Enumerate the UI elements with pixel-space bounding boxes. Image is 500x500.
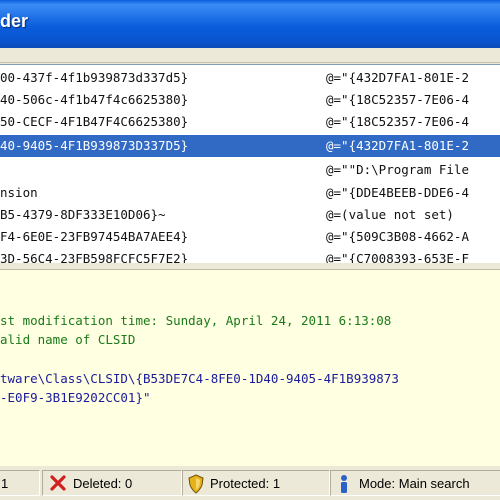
status-count-panel: 1 [0, 470, 40, 496]
list-row[interactable]: B5-4379-8DF333E10D06}~ @=(value not set) [0, 204, 500, 226]
detail-clsid-note: alid name of CLSID [0, 332, 136, 347]
title-bar[interactable]: der [0, 0, 500, 48]
detail-registry-path-cont: -E0F9-3B1E9202CC01}" [0, 390, 151, 405]
list-row[interactable]: 40-506c-4f1b47f4c6625380} @="{18C52357-7… [0, 89, 500, 111]
list-row-selected[interactable]: 40-9405-4F1B939873D337D5} @="{432D7FA1-8… [0, 135, 500, 157]
status-deleted-panel: Deleted: 0 [42, 470, 182, 496]
list-row[interactable]: 3D-56C4-23FB598FCFC5F7E2} @="{C7008393-6… [0, 248, 500, 263]
info-person-icon [341, 475, 347, 493]
registry-list[interactable]: 00-437f-4f1b939873d337d5} @="{432D7FA1-8… [0, 64, 500, 264]
row-data: @=(value not set) [326, 207, 454, 222]
row-data: @="{DDE4BEEB-DDE6-4 [326, 185, 469, 200]
status-bar: 1 Deleted: 0 Protected: 1 Mode: Main sea… [0, 466, 500, 500]
status-protected: Protected: 1 [210, 476, 281, 491]
row-name: F4-6E0E-23FB97454BA7AEE4} [0, 229, 189, 244]
detail-modification-time: st modification time: Sunday, April 24, … [0, 313, 392, 328]
row-name: B5-4379-8DF333E10D06}~ [0, 207, 166, 222]
detail-pane: st modification time: Sunday, April 24, … [0, 269, 500, 468]
red-x-icon [50, 475, 66, 491]
row-data: @="{509C3B08-4662-A [326, 229, 469, 244]
toolbar-area [0, 48, 500, 63]
row-name: nsion [0, 185, 38, 200]
row-name: 40-9405-4F1B939873D337D5} [0, 138, 189, 153]
row-data: @="{432D7FA1-801E-2 [326, 70, 469, 85]
status-mode: Mode: Main search [359, 476, 470, 491]
row-name: 50-CECF-4F1B47F4C6625380} [0, 114, 189, 129]
list-row[interactable]: F4-6E0E-23FB97454BA7AEE4} @="{509C3B08-4… [0, 226, 500, 248]
list-row[interactable]: 00-437f-4f1b939873d337d5} @="{432D7FA1-8… [0, 67, 500, 89]
list-row[interactable]: 50-CECF-4F1B47F4C6625380} @="{18C52357-7… [0, 111, 500, 133]
row-data: @="{432D7FA1-801E-2 [326, 138, 469, 153]
list-row[interactable]: nsion @="{DDE4BEEB-DDE6-4 [0, 182, 500, 204]
status-count: 1 [1, 476, 9, 491]
shield-icon [188, 474, 204, 494]
row-name: 40-506c-4f1b47f4c6625380} [0, 92, 189, 107]
row-name: 00-437f-4f1b939873d337d5} [0, 70, 189, 85]
row-data: @="{18C52357-7E06-4 [326, 114, 469, 129]
row-data: @="{18C52357-7E06-4 [326, 92, 469, 107]
status-deleted: Deleted: 0 [73, 476, 133, 491]
status-mode-panel: Mode: Main search [330, 470, 500, 496]
window-title: der [0, 11, 29, 31]
list-row[interactable]: @=""D:\Program File [0, 159, 500, 181]
row-data: @=""D:\Program File [326, 162, 469, 177]
status-protected-panel: Protected: 1 [182, 470, 330, 496]
detail-registry-path: tware\Class\CLSID\{B53DE7C4-8FE0-1D40-94… [0, 371, 399, 386]
